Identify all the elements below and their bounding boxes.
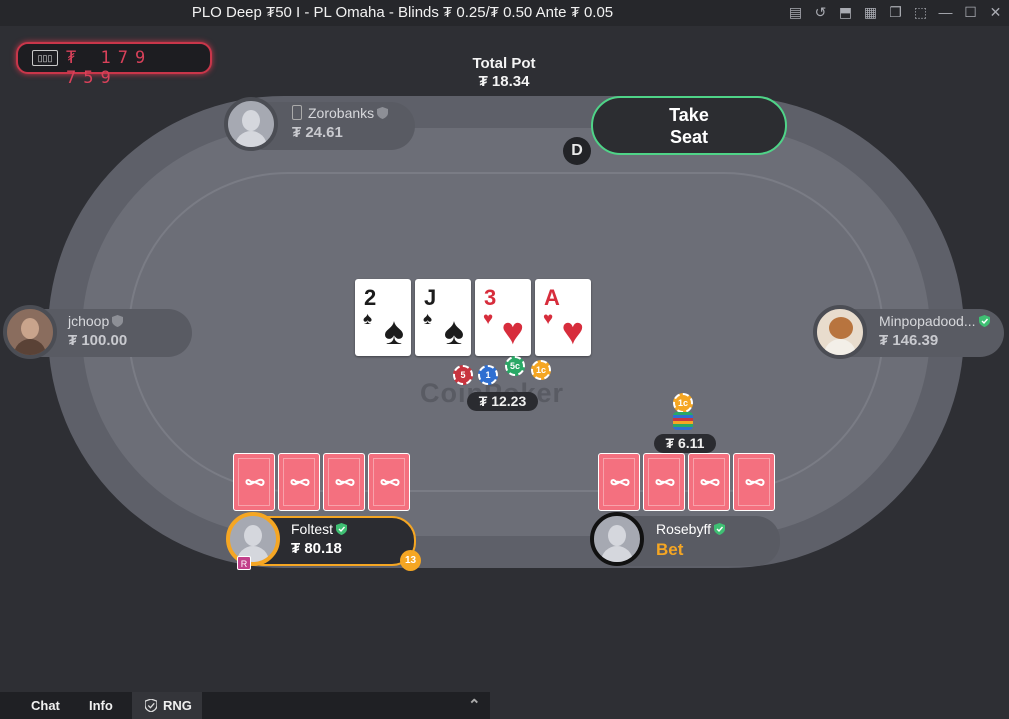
board-card: 2 ♠ ♠ xyxy=(355,279,411,356)
hole-card xyxy=(688,453,730,511)
maximize-icon[interactable]: ☐ xyxy=(961,4,980,21)
card-suit-large-icon: ♥ xyxy=(501,311,524,353)
avatar xyxy=(3,305,57,359)
card-suit-icon: ♠ xyxy=(363,309,373,328)
window-controls: ▤ ↺ ⬒ ▦ ❐ ⬚ — ☐ ✕ xyxy=(786,4,1005,21)
cards-icon: ▯▯▯ xyxy=(32,50,58,66)
pot-amount: ₮ 12.23 xyxy=(467,392,538,411)
pot-chip: 1 xyxy=(478,365,498,385)
player-stack: ₮ 80.18 xyxy=(291,540,342,557)
player-action: Bet xyxy=(656,540,684,559)
player-name: jchoop xyxy=(68,313,124,329)
hole-card xyxy=(733,453,775,511)
chip-stack xyxy=(673,412,693,430)
chevron-up-icon[interactable]: ⌃ xyxy=(468,692,481,719)
tab-rng[interactable]: RNG xyxy=(132,692,202,719)
shield-verified-icon xyxy=(714,523,725,535)
mobile-icon xyxy=(292,105,302,120)
avatar xyxy=(813,305,867,359)
tab-info[interactable]: Info xyxy=(89,692,113,719)
hole-card xyxy=(643,453,685,511)
player-name: Rosebyff xyxy=(656,521,725,537)
lobby-icon[interactable]: ⬒ xyxy=(836,4,855,21)
card-suit-large-icon: ♥ xyxy=(561,311,584,353)
shield-icon xyxy=(377,107,389,119)
timebank-counter: 13 xyxy=(400,550,421,571)
close-icon[interactable]: ✕ xyxy=(986,4,1005,21)
bet-chip: 1c xyxy=(673,393,693,413)
total-pot: Total Pot ₮ 18.34 xyxy=(444,55,564,91)
minimize-icon[interactable]: — xyxy=(936,4,955,21)
card-suit-large-icon: ♠ xyxy=(383,311,404,353)
hole-card xyxy=(233,453,275,511)
card-rank: J xyxy=(424,285,437,310)
shield-icon xyxy=(112,315,124,327)
avatar xyxy=(224,97,278,151)
bottom-toolbar: Chat Info RNG ⌃ xyxy=(0,692,490,719)
board-card: 3 ♥ ♥ xyxy=(475,279,531,356)
shield-verified-icon xyxy=(978,315,990,327)
dealer-button: D xyxy=(563,137,591,165)
card-rank: 3 xyxy=(484,285,497,310)
pot-chip: 5 xyxy=(453,365,473,385)
history-icon[interactable]: ↺ xyxy=(811,4,830,21)
card-rank: 2 xyxy=(364,285,377,310)
player-name: Foltest xyxy=(291,521,348,537)
pot-chip: 5c xyxy=(505,356,525,376)
card-suit-icon: ♥ xyxy=(483,309,494,328)
player-stack: ₮ 24.61 xyxy=(292,124,343,141)
fullscreen-icon[interactable]: ⬚ xyxy=(911,4,930,21)
shield-check-icon xyxy=(145,699,157,712)
card-suit-large-icon: ♠ xyxy=(443,311,464,353)
rakeback-badge: R xyxy=(237,556,251,570)
board-card: J ♠ ♠ xyxy=(415,279,471,356)
avatar xyxy=(590,512,644,566)
player-stack: ₮ 100.00 xyxy=(68,332,128,349)
player-name: Minpopadood... xyxy=(879,313,990,329)
avatar xyxy=(226,512,280,566)
card-rank: A xyxy=(544,285,560,310)
total-pot-amount: ₮ 18.34 xyxy=(478,73,530,90)
cascade-icon[interactable]: ❐ xyxy=(886,4,905,21)
notes-icon[interactable]: ▤ xyxy=(786,4,805,21)
tiles-icon[interactable]: ▦ xyxy=(861,4,880,21)
pot-chip: 1c xyxy=(531,360,551,380)
take-seat-button[interactable]: Take Seat xyxy=(591,96,787,155)
total-pot-label: Total Pot xyxy=(472,55,536,72)
hole-card xyxy=(368,453,410,511)
title-bar: PLO Deep ₮50 I - PL Omaha - Blinds ₮ 0.2… xyxy=(0,0,1009,26)
hole-card xyxy=(598,453,640,511)
hole-card xyxy=(323,453,365,511)
balance-amount: ₮ 179 759 xyxy=(66,48,153,88)
balance-display[interactable]: ▯▯▯ ₮ 179 759 xyxy=(16,42,212,88)
card-suit-icon: ♥ xyxy=(543,309,554,328)
tab-chat[interactable]: Chat xyxy=(31,692,60,719)
card-suit-icon: ♠ xyxy=(423,309,433,328)
board-card: A ♥ ♥ xyxy=(535,279,591,356)
hole-card xyxy=(278,453,320,511)
bet-amount: ₮ 6.11 xyxy=(654,434,716,453)
shield-verified-icon xyxy=(336,523,348,535)
window-title: PLO Deep ₮50 I - PL Omaha - Blinds ₮ 0.2… xyxy=(191,4,614,21)
player-stack: ₮ 146.39 xyxy=(879,332,939,349)
player-name: Zorobanks xyxy=(292,105,389,121)
